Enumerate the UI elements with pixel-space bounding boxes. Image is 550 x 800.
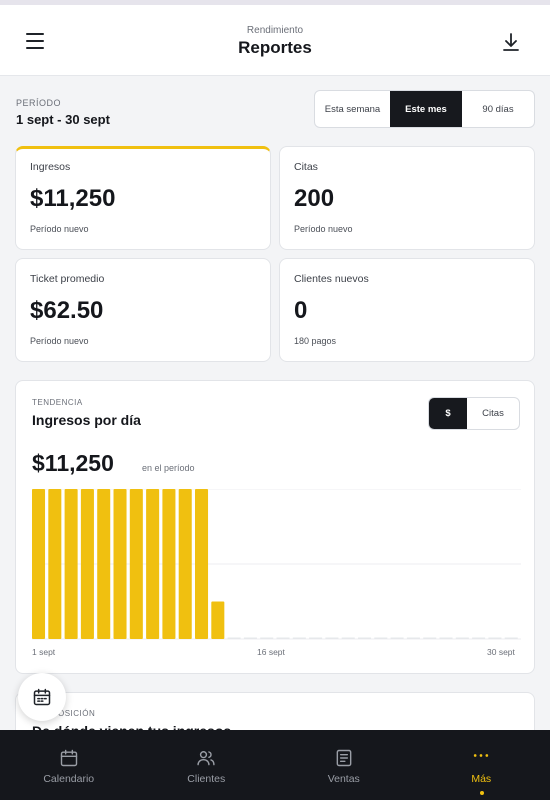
app-header: Rendimiento Reportes xyxy=(0,5,550,76)
stat-value: 200 xyxy=(294,185,335,212)
period-option-week[interactable]: Esta semana xyxy=(315,91,390,127)
page-title: Reportes xyxy=(238,38,312,57)
nav-item-more[interactable]: Más xyxy=(413,730,550,800)
trend-title: Ingresos por día xyxy=(32,412,141,428)
bar-14-sept xyxy=(243,637,257,639)
stat-label: Ingresos xyxy=(30,161,71,173)
period-total-suffix: en el período xyxy=(142,463,195,473)
x-tick-label: 16 sept xyxy=(257,647,285,657)
bar-26-sept xyxy=(439,637,453,639)
download-button[interactable] xyxy=(499,30,523,54)
bar-28-sept xyxy=(472,637,486,639)
stat-foot: Período nuevo xyxy=(30,336,89,346)
bar-19-sept xyxy=(325,637,339,639)
metric-option-money[interactable]: $ xyxy=(429,398,467,429)
calendar-icon xyxy=(60,749,77,767)
stat-label: Clientes nuevos xyxy=(294,273,369,285)
bar-16-sept xyxy=(276,637,290,639)
more-dots-icon xyxy=(474,754,489,757)
bar-1-sept xyxy=(32,489,46,639)
bar-12-sept xyxy=(211,601,225,639)
bar-24-sept xyxy=(406,637,420,639)
x-tick-label: 1 sept xyxy=(32,647,56,657)
period-selector: Esta semana Este mes 90 días xyxy=(314,90,535,128)
bar-21-sept xyxy=(358,637,372,639)
bar-17-sept xyxy=(292,637,306,639)
bar-4-sept xyxy=(80,489,94,639)
period-option-month[interactable]: Este mes xyxy=(390,91,462,127)
bar-27-sept xyxy=(455,637,469,639)
stat-value: $11,250 xyxy=(30,185,116,212)
calendar-icon xyxy=(33,688,51,706)
trend-card: TENDENCIA Ingresos por día $ Citas $11,2… xyxy=(15,380,535,674)
stat-label: Citas xyxy=(294,161,318,173)
bottom-navigation: Calendario Clientes Ventas Más xyxy=(0,730,550,800)
nav-item-clients[interactable]: Clientes xyxy=(138,730,276,800)
stat-foot: 180 pagos xyxy=(294,336,337,346)
bar-3-sept xyxy=(64,489,78,639)
nav-label: Más xyxy=(471,773,492,785)
stat-value: $62.50 xyxy=(30,297,104,324)
period-total: $11,250 xyxy=(32,450,114,476)
nav-item-sales[interactable]: Ventas xyxy=(275,730,413,800)
bar-23-sept xyxy=(390,637,404,639)
active-indicator-dot xyxy=(479,791,484,795)
bar-22-sept xyxy=(374,637,388,639)
period-value: 1 sept - 30 sept xyxy=(16,112,110,127)
bar-8-sept xyxy=(146,489,160,639)
bar-25-sept xyxy=(423,637,437,639)
stat-value: 0 xyxy=(294,297,308,324)
bar-29-sept xyxy=(488,637,502,639)
bar-13-sept xyxy=(227,637,241,639)
bar-11-sept xyxy=(195,489,209,639)
bar-5-sept xyxy=(97,489,111,639)
metric-option-appointments[interactable]: Citas xyxy=(467,398,519,429)
stat-card-appointments[interactable]: Citas 200 Período nuevo xyxy=(279,146,535,250)
header-subtitle: Rendimiento xyxy=(246,25,304,36)
stat-card-revenue[interactable]: Ingresos $11,250 Período nuevo xyxy=(15,146,271,250)
stat-card-avg-ticket[interactable]: Ticket promedio $62.50 Período nuevo xyxy=(15,258,271,362)
bar-20-sept xyxy=(341,637,355,639)
bar-30-sept xyxy=(504,637,518,639)
bar-18-sept xyxy=(309,637,323,639)
bar-2-sept xyxy=(48,489,62,639)
bar-6-sept xyxy=(113,489,127,639)
receipt-icon xyxy=(336,749,352,767)
period-option-90-days[interactable]: 90 días xyxy=(462,91,534,127)
stat-label: Ticket promedio xyxy=(30,273,105,285)
bar-9-sept xyxy=(162,489,176,639)
stat-card-new-clients[interactable]: Clientes nuevos 0 180 pagos xyxy=(279,258,535,362)
stat-foot: Período nuevo xyxy=(30,224,89,234)
revenue-bar-chart xyxy=(32,489,521,640)
nav-label: Clientes xyxy=(187,773,226,785)
metric-toggle: $ Citas xyxy=(428,397,520,430)
bar-15-sept xyxy=(260,637,274,639)
nav-label: Ventas xyxy=(327,773,360,785)
nav-item-calendar[interactable]: Calendario xyxy=(0,730,138,800)
stat-foot: Período nuevo xyxy=(294,224,353,234)
users-icon xyxy=(197,751,215,766)
period-label: PERÍODO xyxy=(16,98,62,108)
bar-7-sept xyxy=(129,489,143,639)
nav-label: Calendario xyxy=(43,773,95,785)
x-tick-label: 30 sept xyxy=(487,647,515,657)
trend-label: TENDENCIA xyxy=(32,398,83,407)
bar-10-sept xyxy=(178,489,192,639)
download-icon xyxy=(503,33,519,51)
calendar-fab[interactable] xyxy=(18,673,66,721)
